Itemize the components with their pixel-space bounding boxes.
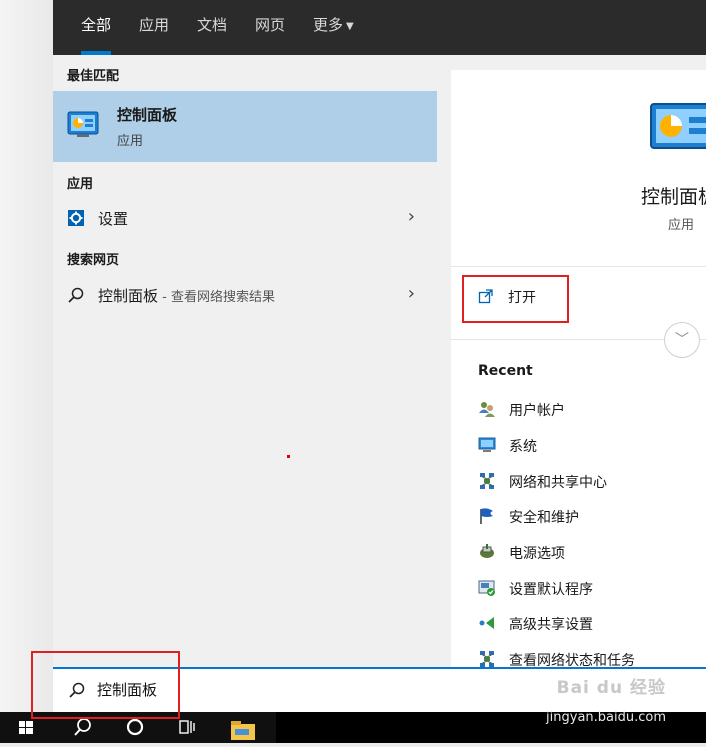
chevron-right-icon[interactable]: ›	[408, 206, 415, 227]
web-search-query: 控制面板	[98, 287, 159, 305]
best-match-subtitle: 应用	[117, 134, 144, 149]
tab-documents[interactable]: 文档	[197, 0, 227, 55]
power-options-icon	[478, 543, 496, 561]
recent-item-label: 系统	[509, 439, 537, 455]
tab-more-label: 更多	[313, 16, 344, 34]
sharing-icon	[478, 614, 496, 632]
tab-web[interactable]: 网页	[255, 0, 285, 55]
annotation-box-open	[462, 275, 569, 323]
chevron-down-icon: ﹀	[675, 332, 689, 348]
recent-item-label: 设置默认程序	[509, 582, 593, 598]
tab-all[interactable]: 全部	[81, 0, 112, 55]
flag-icon	[478, 507, 496, 525]
baidu-watermark: Bai du 经验	[556, 678, 666, 698]
chevron-right-icon[interactable]: ›	[408, 283, 415, 304]
settings-gear-icon	[67, 209, 85, 227]
network-icon	[478, 650, 496, 668]
apps-header: 应用	[67, 177, 94, 192]
search-filter-bar: 全部 应用 文档 网页 更多 ▼	[53, 0, 706, 55]
preview-pane: 控制面板 应用 打开 ﹀ Recent 用户帐户 系统	[451, 70, 706, 669]
taskbar-empty-area: jingyan.baidu.com	[276, 710, 706, 743]
default-programs-icon	[478, 579, 496, 597]
system-monitor-icon	[478, 436, 496, 454]
tab-more[interactable]: 更多 ▼	[313, 0, 354, 55]
recent-item-label: 高级共享设置	[509, 617, 593, 633]
control-panel-icon	[67, 111, 99, 139]
network-icon	[478, 472, 496, 490]
tab-web-label: 网页	[255, 16, 286, 34]
file-explorer-button[interactable]	[222, 712, 262, 743]
web-header: 搜索网页	[67, 253, 120, 268]
baidu-url-watermark: jingyan.baidu.com	[546, 710, 666, 725]
best-match-title: 控制面板	[117, 106, 178, 124]
user-accounts-icon	[478, 400, 496, 418]
best-match-result[interactable]: 控制面板 应用	[53, 91, 437, 162]
web-search-hint: - 查看网络搜索结果	[158, 290, 275, 305]
best-match-header: 最佳匹配	[67, 69, 120, 84]
result-web-search[interactable]: 控制面板 - 查看网络搜索结果 ›	[53, 277, 437, 313]
recent-item-label: 电源选项	[509, 546, 565, 562]
preview-subtitle: 应用	[668, 218, 695, 233]
control-panel-icon	[649, 102, 706, 152]
recent-item-label: 安全和维护	[509, 510, 579, 526]
tab-apps-label: 应用	[139, 16, 170, 34]
result-settings[interactable]: 设置 ›	[53, 200, 437, 236]
tab-all-label: 全部	[81, 16, 112, 34]
divider	[451, 266, 706, 267]
desktop-background	[0, 0, 53, 712]
start-search-panel: 全部 应用 文档 网页 更多 ▼ 最佳匹配 控制面板 应用 应用 设置 › 搜索…	[53, 0, 706, 712]
search-icon	[67, 286, 85, 304]
tab-apps[interactable]: 应用	[139, 0, 169, 55]
recent-item-label: 用户帐户	[509, 403, 565, 419]
result-settings-label: 设置	[98, 210, 129, 228]
annotation-dot	[287, 455, 290, 458]
preview-title: 控制面板	[641, 186, 706, 208]
result-web-search-label: 控制面板 - 查看网络搜索结果	[98, 285, 275, 306]
expand-chevron-button[interactable]: ﹀	[664, 322, 700, 358]
annotation-box-search	[31, 651, 180, 719]
recent-item-label: 网络和共享中心	[509, 475, 607, 491]
recent-header: Recent	[478, 363, 533, 379]
folder-icon	[231, 721, 255, 740]
results-list: 最佳匹配 控制面板 应用 应用 设置 › 搜索网页 控制面板 - 查看网络搜索结…	[53, 55, 437, 667]
tab-documents-label: 文档	[197, 16, 228, 34]
chevron-down-icon: ▼	[346, 21, 354, 32]
